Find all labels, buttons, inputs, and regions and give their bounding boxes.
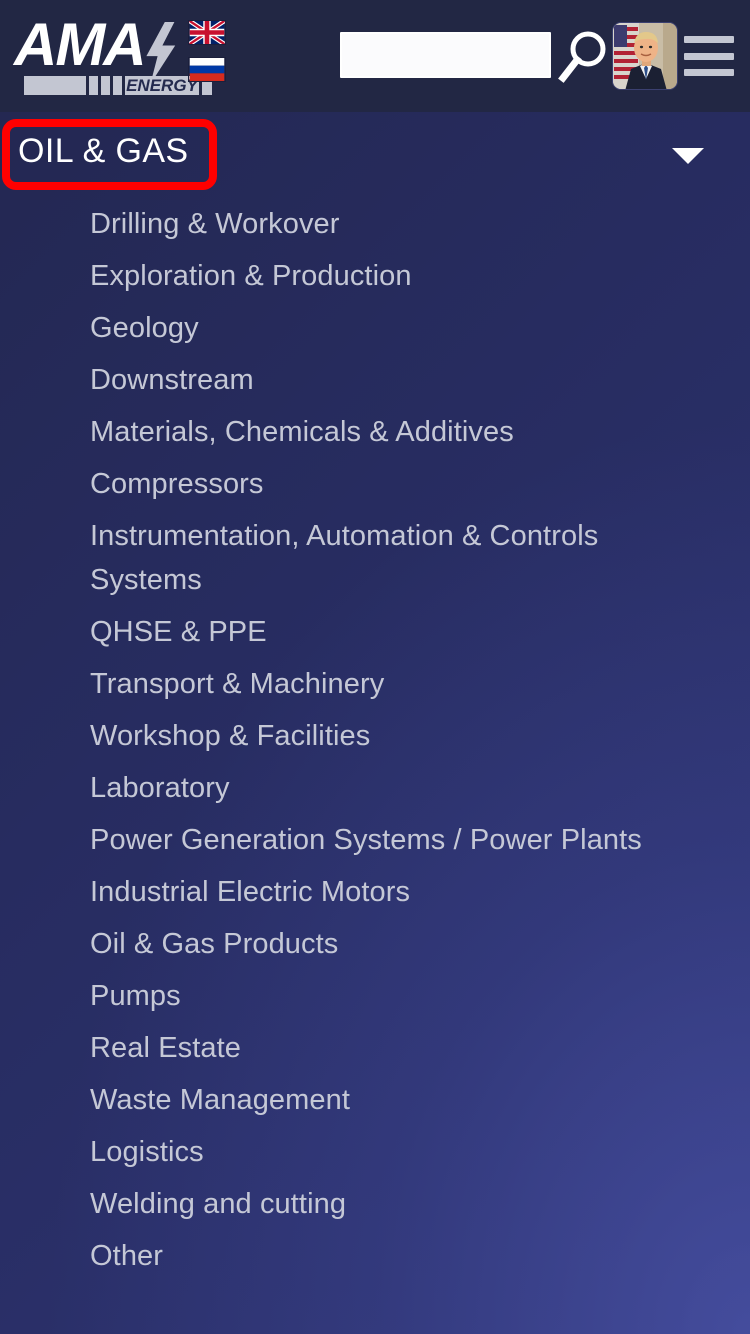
hamburger-bar — [684, 52, 734, 60]
uk-flag-icon[interactable] — [188, 20, 226, 45]
category-menu-list: Drilling & Workover Exploration & Product… — [0, 198, 750, 1282]
user-avatar[interactable] — [612, 22, 678, 90]
avatar-photo — [613, 23, 677, 89]
menu-item[interactable]: Drilling & Workover — [0, 198, 750, 250]
menu-item[interactable]: Real Estate — [0, 1022, 750, 1074]
menu-item[interactable]: Oil & Gas Products — [0, 918, 750, 970]
menu-item[interactable]: Materials, Chemicals & Additives — [0, 406, 750, 458]
logo-bottom-bar: ENERGY — [24, 76, 212, 95]
menu-item[interactable]: Other — [0, 1230, 750, 1282]
menu-item[interactable]: Exploration & Production — [0, 250, 750, 302]
page-title[interactable]: OIL & GAS — [18, 130, 189, 172]
site-logo[interactable]: AMA ENERGY — [12, 11, 212, 95]
logo-bar-segment — [24, 76, 86, 95]
menu-item[interactable]: Logistics — [0, 1126, 750, 1178]
logo-bar-segment — [89, 76, 98, 95]
menu-item[interactable]: Laboratory — [0, 762, 750, 814]
menu-item[interactable]: Geology — [0, 302, 750, 354]
hamburger-bar — [684, 69, 734, 76]
language-switcher — [188, 20, 226, 82]
lightning-bolt-icon — [146, 22, 176, 84]
menu-item[interactable]: Downstream — [0, 354, 750, 406]
menu-item[interactable]: Transport & Machinery — [0, 658, 750, 710]
logo-bar-segment — [101, 76, 110, 95]
menu-item[interactable]: Welding and cutting — [0, 1178, 750, 1230]
hamburger-menu-icon[interactable] — [684, 36, 734, 76]
russia-flag-icon[interactable] — [188, 57, 226, 82]
page-root: AMA ENERGY OIL & GAS Drilling & Workover… — [0, 0, 750, 1334]
menu-item[interactable]: Instrumentation, Automation & Controls S… — [0, 510, 750, 606]
menu-item[interactable]: Compressors — [0, 458, 750, 510]
logo-wordmark: AMA — [14, 11, 147, 78]
menu-item[interactable]: Industrial Electric Motors — [0, 866, 750, 918]
hamburger-bar — [684, 36, 734, 43]
menu-item[interactable]: Waste Management — [0, 1074, 750, 1126]
magnifier-icon[interactable] — [556, 28, 610, 86]
section-header: OIL & GAS — [0, 112, 750, 190]
logo-bar-segment — [113, 76, 122, 95]
menu-item[interactable]: Workshop & Facilities — [0, 710, 750, 762]
search-input[interactable] — [340, 32, 551, 78]
site-header: AMA ENERGY — [0, 0, 750, 112]
menu-item[interactable]: Power Generation Systems / Power Plants — [0, 814, 750, 866]
menu-item[interactable]: QHSE & PPE — [0, 606, 750, 658]
menu-item[interactable]: Pumps — [0, 970, 750, 1022]
chevron-down-icon[interactable] — [672, 148, 704, 164]
